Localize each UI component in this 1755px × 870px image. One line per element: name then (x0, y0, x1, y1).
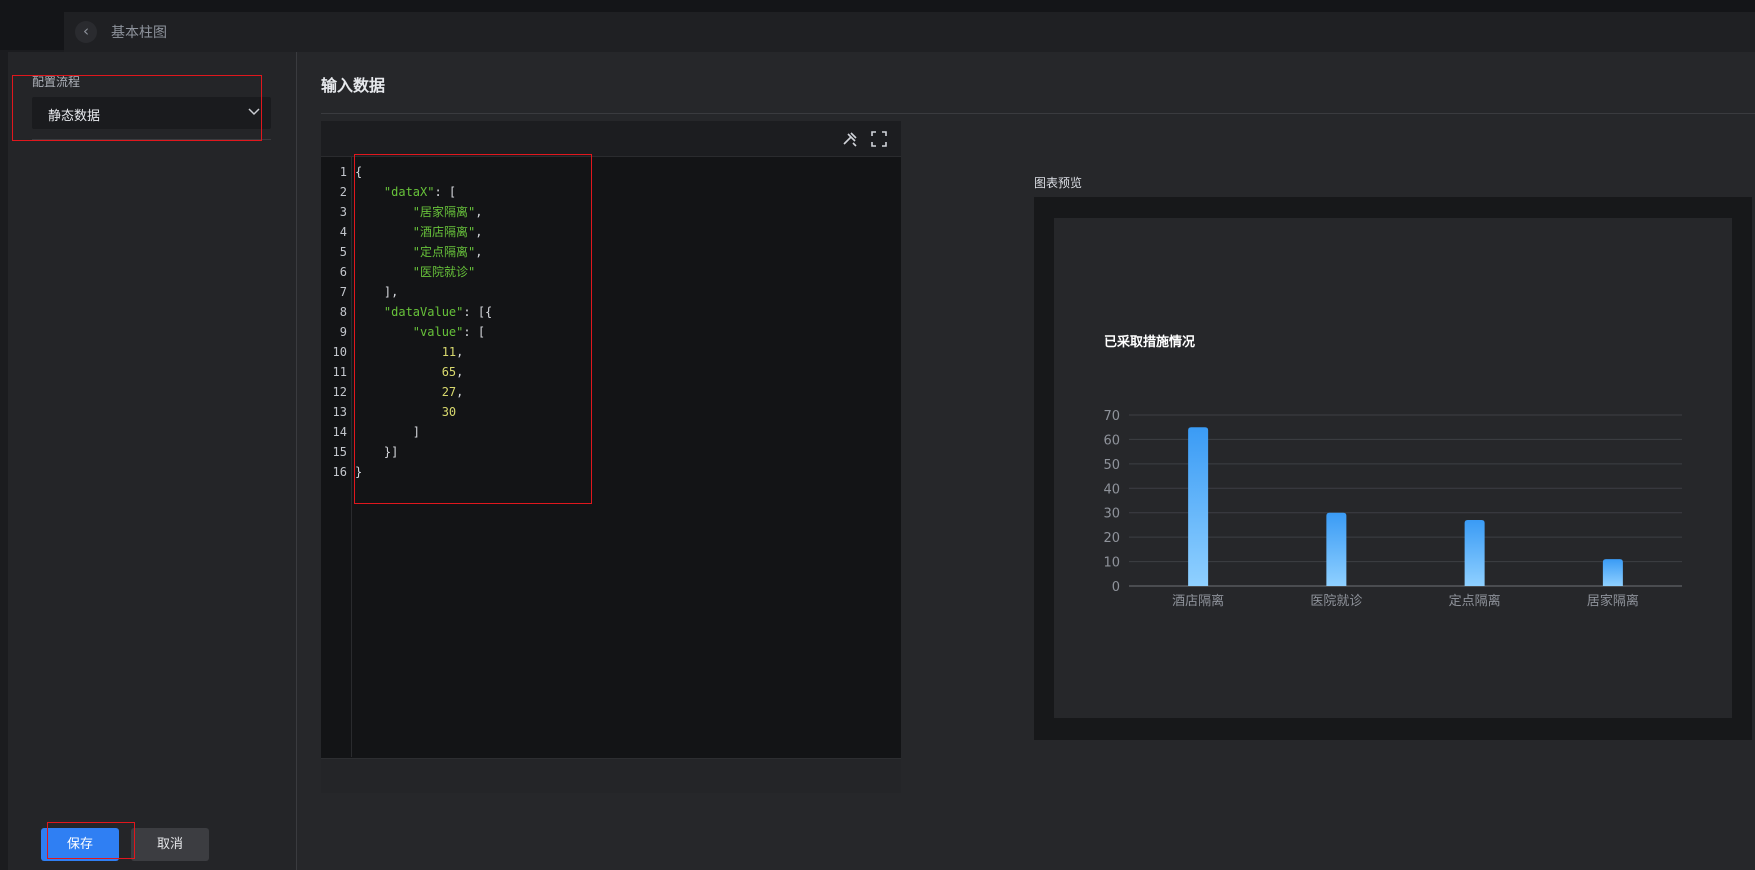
x-tick-label: 医院就诊 (1310, 594, 1362, 609)
code-text: "定点隔离", (355, 245, 483, 259)
line-number: 2 (339, 185, 347, 199)
editor-toolbar (321, 121, 901, 157)
line-number: 4 (339, 225, 347, 239)
x-tick-label: 定点隔离 (1449, 593, 1501, 609)
code-text: ], (355, 285, 399, 299)
code-text: 27, (355, 385, 464, 399)
editor-footer (321, 758, 901, 793)
code-line: 6 "医院就诊" (321, 262, 901, 282)
code-line: 15 }] (321, 442, 901, 462)
bar (1464, 520, 1485, 586)
chart-title: 已采取措施情况 (1104, 334, 1195, 350)
bar (1602, 559, 1623, 586)
line-number: 9 (339, 325, 347, 339)
y-tick-label: 40 (1103, 482, 1120, 497)
data-source-select[interactable]: 静态数据 (32, 97, 271, 129)
code-text: 11, (355, 345, 464, 359)
code-line: 1{ (321, 162, 901, 182)
y-tick-label: 30 (1103, 507, 1120, 522)
y-tick-label: 50 (1103, 458, 1120, 473)
select-value: 静态数据 (48, 109, 101, 124)
save-button[interactable]: 保存 (41, 828, 119, 861)
bar (1188, 427, 1209, 586)
code-line: 5 "定点隔离", (321, 242, 901, 262)
json-editor[interactable]: 1{2 "dataX": [3 "居家隔离", 4 "酒店隔离", 5 "定点隔离"… (321, 121, 901, 793)
config-sidebar (8, 52, 297, 870)
code-line: 13 30 (321, 402, 901, 422)
code-text: }] (355, 445, 399, 459)
code-text: { (355, 165, 363, 179)
line-number: 5 (339, 245, 347, 259)
preview-label: 图表预览 (1034, 176, 1083, 190)
x-tick-label: 酒店隔离 (1172, 593, 1224, 609)
line-number: 6 (339, 265, 347, 279)
code-line: 14 ] (321, 422, 901, 442)
chart-preview: 已采取措施情况 0 10 20 30 40 50 60 70 酒店隔离 医院就诊 定点隔离 居家隔离 (1034, 197, 1752, 740)
bar-chart: 已采取措施情况 0 10 20 30 40 50 60 70 酒店隔离 医院就诊 定点隔离 居家隔离 (1103, 334, 1682, 609)
code-text: "酒店隔离", (355, 225, 483, 239)
line-number: 15 (332, 445, 347, 459)
code-line: 16} (321, 462, 901, 482)
line-number: 8 (339, 305, 347, 319)
code-text: "value": [ (355, 325, 486, 339)
code-text: 65, (355, 365, 464, 379)
y-tick-label: 10 (1103, 556, 1120, 571)
code-line: 10 11, (321, 342, 901, 362)
y-tick-label: 20 (1103, 531, 1120, 546)
top-bar (0, 0, 1755, 52)
code-text: "dataX": [ (355, 185, 457, 199)
line-number: 10 (332, 345, 347, 359)
chart-container: 已采取措施情况 0 10 20 30 40 50 60 70 酒店隔离 医院就诊 定点隔离 居家隔离 (1054, 218, 1732, 718)
line-number: 11 (332, 365, 347, 379)
line-number: 7 (339, 285, 347, 299)
line-number: 1 (339, 165, 347, 179)
code-line: 11 65, (321, 362, 901, 382)
code-line: 12 27, (321, 382, 901, 402)
cancel-button[interactable]: 取消 (131, 828, 209, 861)
code-text: "医院就诊" (355, 265, 476, 279)
code-text: } (355, 465, 363, 479)
chevron-down-icon (248, 108, 260, 116)
x-tick-label: 居家隔离 (1587, 593, 1639, 609)
line-number: 3 (339, 205, 347, 219)
code-line: 4 "酒店隔离", (321, 222, 901, 242)
line-number: 16 (332, 465, 347, 479)
divider (321, 113, 1755, 114)
page-title: 基本柱图 (111, 25, 167, 41)
top-bar-inner (64, 12, 1755, 52)
line-number: 13 (332, 405, 347, 419)
line-number: 12 (332, 385, 347, 399)
code-text: "dataValue": [{ (355, 305, 493, 319)
code-text: ] (355, 425, 421, 439)
code-line: 8 "dataValue": [{ (321, 302, 901, 322)
y-tick-label: 60 (1103, 433, 1120, 448)
code-line: 3 "居家隔离", (321, 202, 901, 222)
code-area[interactable]: 1{2 "dataX": [3 "居家隔离", 4 "酒店隔离", 5 "定点隔离"… (321, 157, 901, 757)
code-text: 30 (355, 405, 457, 419)
flow-label: 配置流程 (32, 75, 81, 89)
code-line: 7 ], (321, 282, 901, 302)
line-number: 14 (332, 425, 347, 439)
section-title: 输入数据 (321, 76, 386, 95)
chevron-left-icon[interactable]: ‹ (75, 21, 97, 43)
code-text: "居家隔离", (355, 205, 483, 219)
code-line: 2 "dataX": [ (321, 182, 901, 202)
divider (32, 139, 271, 140)
bar (1326, 512, 1347, 586)
y-tick-label: 0 (1112, 580, 1120, 595)
format-icon[interactable] (841, 130, 859, 148)
code-line: 9 "value": [ (321, 322, 901, 342)
fullscreen-icon[interactable] (870, 130, 888, 148)
y-tick-label: 70 (1103, 409, 1120, 424)
